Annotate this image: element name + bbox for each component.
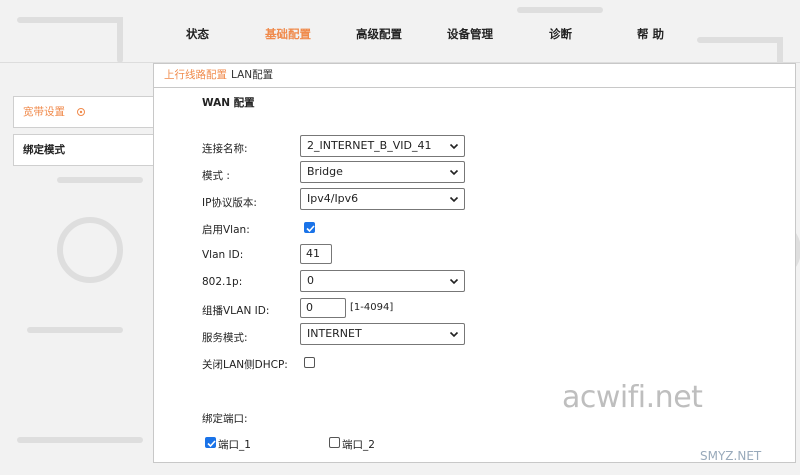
checkmark-icon [306,225,315,233]
dot1p-select[interactable]: 0 [300,270,465,292]
chevron-down-icon [449,169,459,176]
nav-tab-basic-config[interactable]: 基础配置 [265,26,311,42]
ip-version-select[interactable]: Ipv4/Ipv6 [300,188,465,210]
nav-tab-device-management[interactable]: 设备管理 [447,26,493,42]
sidebar-item-label: 宽带设置 [23,106,65,118]
connection-name-value: 2_INTERNET_B_VID_41 [307,139,432,152]
multicast-vlan-range-hint: [1-4094] [350,302,394,313]
port-2-label: 端口_2 [342,439,375,451]
nav-tab-status[interactable]: 状态 [186,26,209,42]
bind-ports-label: 绑定端口: [202,413,248,425]
breadcrumb-current: LAN配置 [231,69,274,81]
service-mode-select[interactable]: INTERNET [300,323,465,345]
service-mode-value: INTERNET [307,327,362,340]
chevron-down-icon [449,331,459,338]
port-2-checkbox[interactable] [329,437,340,448]
port-1-checkbox[interactable] [205,437,216,448]
chevron-down-icon [449,196,459,203]
sidebar-item-bind-mode[interactable]: 绑定模式 [13,134,154,166]
chevron-down-icon [449,278,459,285]
watermark-smyz: SMYZ.NET [700,449,762,463]
multicast-vlan-label: 组播VLAN ID: [202,305,270,317]
nav-tab-help[interactable]: 帮 助 [637,26,664,42]
connection-name-select[interactable]: 2_INTERNET_B_VID_41 [300,135,465,157]
disable-lan-dhcp-checkbox[interactable] [304,357,315,368]
disable-lan-dhcp-label: 关闭LAN侧DHCP: [202,359,288,371]
vlan-id-label: Vlan ID: [202,249,244,261]
sidebar-item-label: 绑定模式 [23,144,65,156]
breadcrumb-parent-link[interactable]: 上行线路配置 [164,69,227,81]
mode-value: Bridge [307,165,343,178]
section-title: WAN 配置 [202,97,255,109]
ip-version-label: IP协议版本: [202,197,257,209]
checkmark-icon [207,440,216,448]
service-mode-label: 服务模式: [202,332,248,344]
top-navigation: 状态 基础配置 高级配置 设备管理 诊断 帮 助 [0,0,800,62]
tag-icon [77,108,85,116]
watermark-acwifi: acwifi.net [562,380,703,415]
chevron-down-icon [449,143,459,150]
mode-select[interactable]: Bridge [300,161,465,183]
dot1p-label: 802.1p: [202,276,243,288]
ip-version-value: Ipv4/Ipv6 [307,192,359,205]
connection-name-label: 连接名称: [202,143,248,155]
vlan-id-input[interactable]: 41 [300,244,332,264]
dot1p-value: 0 [307,274,314,287]
nav-tab-advanced-config[interactable]: 高级配置 [356,26,402,42]
breadcrumb: 上行线路配置 LAN配置 [154,64,795,88]
port-1-label: 端口_1 [218,439,251,451]
enable-vlan-checkbox[interactable] [304,222,315,233]
multicast-vlan-input[interactable]: 0 [300,298,346,318]
mode-label: 模式 : [202,170,230,182]
enable-vlan-label: 启用Vlan: [202,224,250,236]
nav-tab-diagnostics[interactable]: 诊断 [549,26,572,42]
sidebar-item-broadband[interactable]: 宽带设置 [13,96,154,128]
